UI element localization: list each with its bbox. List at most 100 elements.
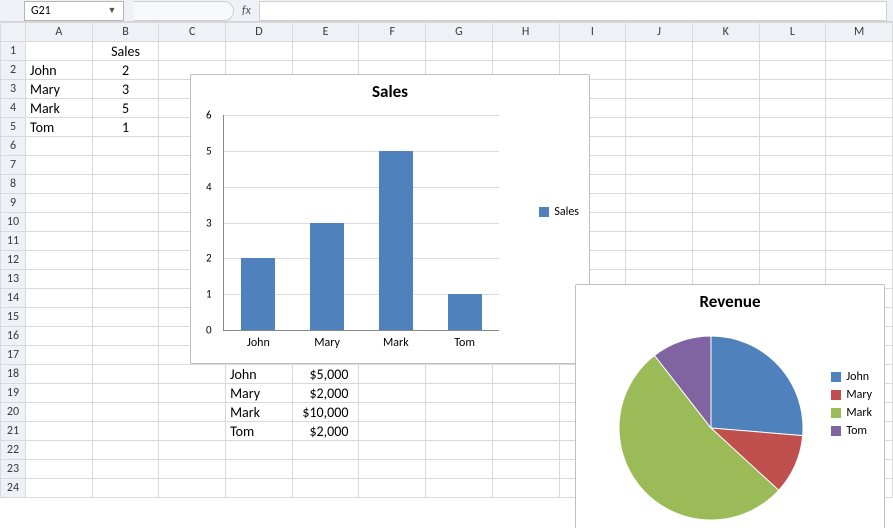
cell-L2[interactable]: [759, 61, 826, 80]
cell-C18[interactable]: [159, 365, 226, 384]
cell-B8[interactable]: [92, 175, 159, 194]
cell-H22[interactable]: [492, 441, 559, 460]
cell-F1[interactable]: [359, 42, 426, 61]
cell-M12[interactable]: [826, 251, 893, 270]
cell-C21[interactable]: [159, 422, 226, 441]
cell-L5[interactable]: [759, 118, 826, 137]
cell-J12[interactable]: [626, 251, 693, 270]
cell-D23[interactable]: [226, 460, 293, 479]
cell-A16[interactable]: [26, 327, 93, 346]
column-header-I[interactable]: I: [559, 23, 626, 42]
cell-F18[interactable]: [359, 365, 426, 384]
cell-H23[interactable]: [492, 460, 559, 479]
cell-M7[interactable]: [826, 156, 893, 175]
row-header-15[interactable]: 15: [1, 308, 26, 327]
cell-G22[interactable]: [426, 441, 493, 460]
cell-H24[interactable]: [492, 479, 559, 498]
row-header-22[interactable]: 22: [1, 441, 26, 460]
cell-B19[interactable]: [92, 384, 159, 403]
bar-John[interactable]: [241, 258, 275, 330]
cell-A22[interactable]: [26, 441, 93, 460]
cell-K11[interactable]: [692, 232, 759, 251]
cell-D24[interactable]: [226, 479, 293, 498]
cell-A1[interactable]: [26, 42, 93, 61]
cell-C19[interactable]: [159, 384, 226, 403]
cell-J11[interactable]: [626, 232, 693, 251]
cell-L12[interactable]: [759, 251, 826, 270]
cell-K3[interactable]: [692, 80, 759, 99]
chart-revenue[interactable]: Revenue JohnMaryMarkTom: [575, 284, 885, 528]
cell-G21[interactable]: [426, 422, 493, 441]
cell-J9[interactable]: [626, 194, 693, 213]
row-header-5[interactable]: 5: [1, 118, 26, 137]
formula-input[interactable]: [259, 1, 887, 21]
cell-K1[interactable]: [692, 42, 759, 61]
cell-K8[interactable]: [692, 175, 759, 194]
cell-L1[interactable]: [759, 42, 826, 61]
cell-H20[interactable]: [492, 403, 559, 422]
cell-B5[interactable]: 1: [92, 118, 159, 137]
cell-H19[interactable]: [492, 384, 559, 403]
cell-M8[interactable]: [826, 175, 893, 194]
cell-A11[interactable]: [26, 232, 93, 251]
cell-I1[interactable]: [559, 42, 626, 61]
cell-A2[interactable]: John: [26, 61, 93, 80]
cell-A24[interactable]: [26, 479, 93, 498]
cell-G19[interactable]: [426, 384, 493, 403]
cell-M5[interactable]: [826, 118, 893, 137]
cell-L10[interactable]: [759, 213, 826, 232]
row-header-17[interactable]: 17: [1, 346, 26, 365]
cell-G20[interactable]: [426, 403, 493, 422]
cell-J7[interactable]: [626, 156, 693, 175]
row-header-24[interactable]: 24: [1, 479, 26, 498]
cell-C22[interactable]: [159, 441, 226, 460]
cell-H1[interactable]: [492, 42, 559, 61]
cell-C20[interactable]: [159, 403, 226, 422]
cell-L3[interactable]: [759, 80, 826, 99]
cell-L8[interactable]: [759, 175, 826, 194]
cell-J6[interactable]: [626, 137, 693, 156]
cell-A14[interactable]: [26, 289, 93, 308]
cell-F23[interactable]: [359, 460, 426, 479]
cell-J10[interactable]: [626, 213, 693, 232]
cell-B24[interactable]: [92, 479, 159, 498]
cell-A3[interactable]: Mary: [26, 80, 93, 99]
cell-A8[interactable]: [26, 175, 93, 194]
cell-M4[interactable]: [826, 99, 893, 118]
fx-icon[interactable]: fx: [242, 4, 251, 18]
cell-C23[interactable]: [159, 460, 226, 479]
cell-M1[interactable]: [826, 42, 893, 61]
cell-J8[interactable]: [626, 175, 693, 194]
cell-G1[interactable]: [426, 42, 493, 61]
cell-K6[interactable]: [692, 137, 759, 156]
cell-B6[interactable]: [92, 137, 159, 156]
cell-A4[interactable]: Mark: [26, 99, 93, 118]
cell-A18[interactable]: [26, 365, 93, 384]
cell-J4[interactable]: [626, 99, 693, 118]
cell-L6[interactable]: [759, 137, 826, 156]
cell-F19[interactable]: [359, 384, 426, 403]
cell-A21[interactable]: [26, 422, 93, 441]
cell-G18[interactable]: [426, 365, 493, 384]
cell-E18[interactable]: $5,000: [292, 365, 359, 384]
cell-D1[interactable]: [226, 42, 293, 61]
cell-D19[interactable]: Mary: [226, 384, 293, 403]
row-header-9[interactable]: 9: [1, 194, 26, 213]
cell-B4[interactable]: 5: [92, 99, 159, 118]
cell-K7[interactable]: [692, 156, 759, 175]
row-header-20[interactable]: 20: [1, 403, 26, 422]
column-header-D[interactable]: D: [226, 23, 293, 42]
cell-B13[interactable]: [92, 270, 159, 289]
cell-A10[interactable]: [26, 213, 93, 232]
row-header-3[interactable]: 3: [1, 80, 26, 99]
cell-B1[interactable]: Sales: [92, 42, 159, 61]
cell-D21[interactable]: Tom: [226, 422, 293, 441]
cell-B22[interactable]: [92, 441, 159, 460]
cell-H18[interactable]: [492, 365, 559, 384]
column-header-H[interactable]: H: [492, 23, 559, 42]
pie-slice-John[interactable]: [711, 336, 803, 436]
cell-F24[interactable]: [359, 479, 426, 498]
row-header-21[interactable]: 21: [1, 422, 26, 441]
cell-A9[interactable]: [26, 194, 93, 213]
cell-M9[interactable]: [826, 194, 893, 213]
